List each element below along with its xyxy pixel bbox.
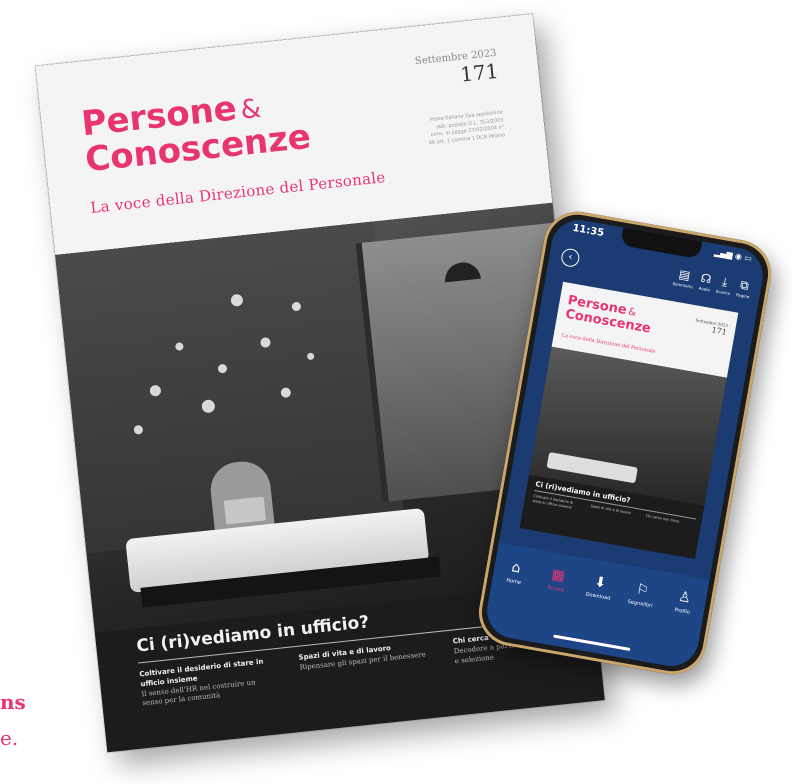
preview-column-2: Spazi di vita e di lavoro — [590, 504, 632, 516]
download-icon: ⬇ — [593, 573, 608, 592]
download-icon: ⤓ — [721, 274, 729, 290]
toolbar-pages-button[interactable]: ⧉ Pagine — [735, 277, 752, 300]
back-button[interactable]: ‹ — [559, 247, 581, 269]
headphones-icon: ☊ — [699, 270, 713, 287]
cover-column-2: Spazi di vita e di lavoro Ripensare gli … — [298, 640, 429, 673]
tab-riviste[interactable]: ▦ Riviste — [538, 565, 576, 596]
cover-column-1: Coltivare il desiderio di stare in uffic… — [139, 657, 272, 710]
tab-label: Riviste — [546, 584, 565, 594]
postal-note: Poste Italiane Spa spedizione abb. posta… — [428, 109, 506, 146]
bottom-tab-bar: ⌂ Home ▦ Riviste ⬇ Download ⚐ Segnalibri… — [482, 542, 710, 671]
cropped-subtext: e. — [0, 726, 19, 750]
tab-label: Download — [585, 591, 611, 602]
tab-label: Segnalibri — [627, 598, 653, 610]
status-time: 11:35 — [571, 222, 605, 240]
status-icons: ▂▄▆ ◉ ▭ — [713, 247, 753, 264]
laptop — [223, 496, 267, 525]
issue-info: Settembre 2023 171 — [414, 48, 499, 91]
toolbar-label: Audio — [698, 285, 711, 293]
tab-label: Profilo — [674, 607, 691, 616]
preview-brand: Persone& Conoscenze — [564, 291, 655, 336]
toolbar-summary-button[interactable]: ▤ Sommario — [672, 267, 695, 289]
magazine-preview[interactable]: Persone& Conoscenze La voce della Direzi… — [519, 281, 739, 559]
phone-mockup: 11:35 ▂▄▆ ◉ ▭ ‹ ▤ Sommario ☊ Audio ⤓ Sca… — [473, 206, 790, 680]
toolbar-label: Scarica — [715, 288, 731, 296]
toolbar-label: Pagine — [735, 292, 750, 300]
tab-profilo[interactable]: ♙ Profilo — [665, 587, 703, 618]
phone-notch — [620, 227, 703, 260]
bookmark-icon: ⚐ — [634, 581, 651, 600]
magazines-icon: ▦ — [550, 566, 567, 585]
magazine-brand: Persone& Conoscenze — [80, 84, 313, 180]
preview-mattress — [546, 451, 638, 484]
summary-icon: ▤ — [677, 266, 692, 283]
toolbar-download-button[interactable]: ⤓ Scarica — [715, 275, 733, 296]
tab-home[interactable]: ⌂ Home — [496, 557, 534, 588]
preview-issue: Settembre 2023 171 — [694, 317, 728, 336]
tab-label: Home — [505, 577, 522, 586]
cropped-heading: ns — [0, 690, 26, 714]
home-icon: ⌂ — [510, 559, 522, 577]
tab-segnalibri[interactable]: ⚐ Segnalibri — [623, 579, 661, 610]
profile-icon: ♙ — [677, 588, 693, 607]
toolbar-audio-button[interactable]: ☊ Audio — [698, 270, 713, 293]
reader-toolbar: ▤ Sommario ☊ Audio ⤓ Scarica ⧉ Pagine — [672, 267, 752, 299]
app-screen: 11:35 ▂▄▆ ◉ ▭ ‹ ▤ Sommario ☊ Audio ⤓ Sca… — [482, 215, 768, 671]
pages-icon: ⧉ — [739, 277, 750, 293]
tab-download[interactable]: ⬇ Download — [581, 572, 619, 603]
toolbar-label: Sommario — [672, 280, 694, 290]
preview-column-3: Chi cerca non trova — [645, 513, 680, 524]
phone-body: 11:35 ▂▄▆ ◉ ▭ ‹ ▤ Sommario ☊ Audio ⤓ Sca… — [473, 206, 777, 680]
magazine-tagline: La voce della Direzione del Personale — [89, 168, 387, 217]
